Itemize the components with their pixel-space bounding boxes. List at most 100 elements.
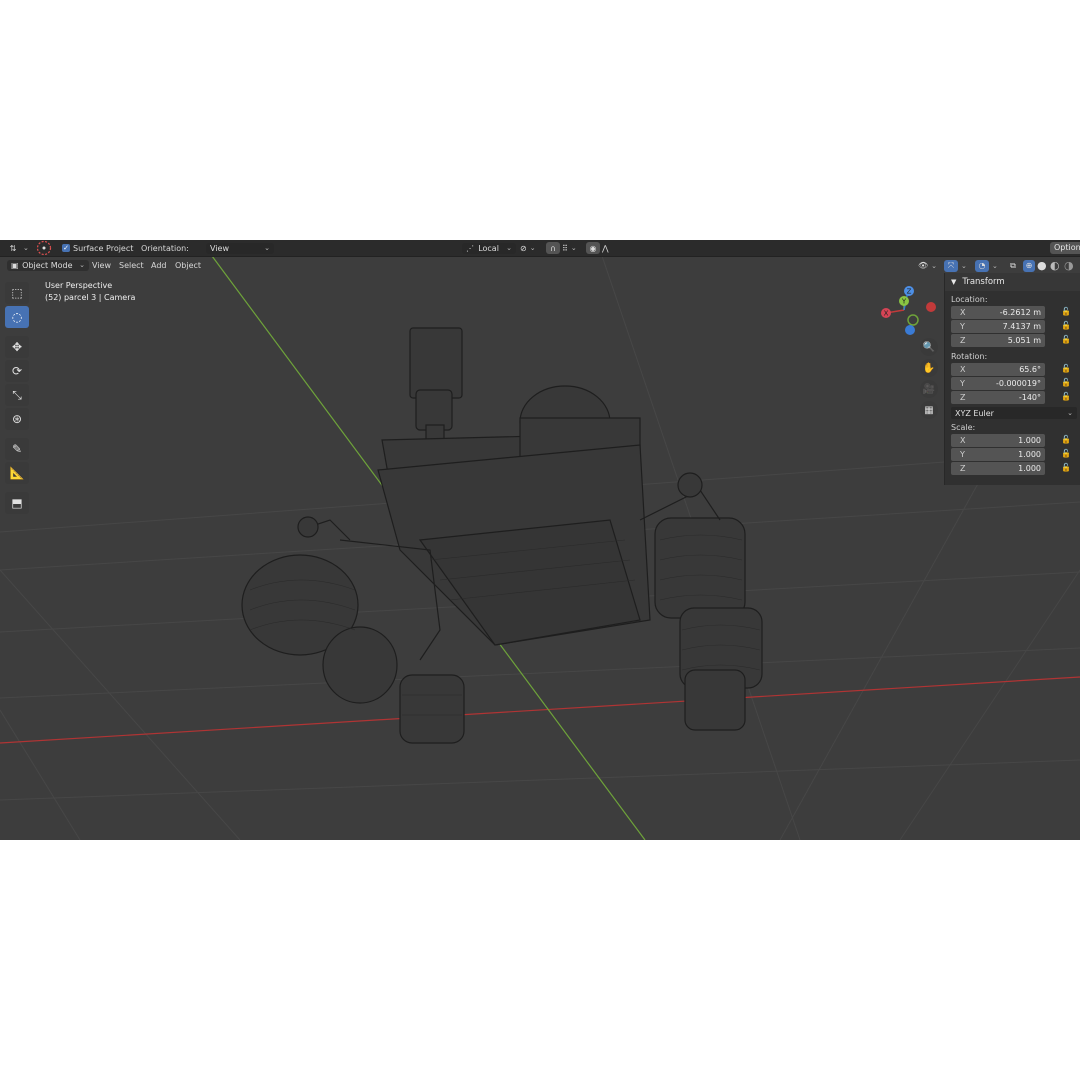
menu-object[interactable]: Object [175,261,201,270]
camera-icon: 🎥 [922,383,936,395]
field-value: 65.6° [1019,365,1041,374]
lock-icon[interactable]: 🔓 [1061,378,1071,388]
menu-select[interactable]: Select [119,261,144,270]
camera-view-button[interactable]: 🎥 [920,380,938,398]
transform-tool[interactable]: ⊛ [5,408,29,430]
scale-label: Scale: [951,423,976,432]
surface-project-toggle[interactable]: ✓ Surface Project [62,241,133,255]
shading-wireframe[interactable]: ⊕ [1023,259,1035,273]
field-value: -6.2612 m [999,308,1041,317]
lock-icon[interactable]: 🔓 [1061,435,1071,445]
shading-material[interactable]: ◐ [1050,259,1060,273]
rotation-z-field[interactable]: Z -140° [951,391,1045,404]
field-value: 1.000 [1018,450,1041,459]
orientation-label: Orientation: [141,243,189,253]
lock-icon[interactable]: 🔓 [1061,307,1071,317]
shading-rendered[interactable]: ◑ [1064,259,1074,273]
lock-icon[interactable]: 🔓 [1061,449,1071,459]
lock-icon[interactable]: 🔓 [1061,392,1071,402]
location-z-field[interactable]: Z 5.051 m [951,334,1045,347]
snap-target-dropdown[interactable]: ⠿ ⌄ [562,241,577,255]
axis-label: Z [960,464,966,473]
xray-toggle[interactable]: ⧉ [1006,259,1020,273]
rotate-tool[interactable]: ⟳ [5,360,29,382]
mode-dropdown[interactable]: ▣ Object Mode ⌄ [7,260,89,271]
gizmo-z-label: Z [907,288,912,296]
gizmo-toggle[interactable]: ⤧ ⌄ [944,259,967,273]
snap-grid-icon: ⠿ [562,243,568,253]
checkbox-checked-icon[interactable]: ✓ [62,244,70,252]
location-label: Location: [951,295,988,304]
add-cube-tool[interactable]: ⬒ [5,492,29,514]
chevron-down-icon: ⌄ [264,243,270,252]
gizmo-x-label: X [884,310,889,318]
zoom-button[interactable]: 🔍 [920,338,938,356]
select-box-tool[interactable]: ⬚ [5,282,29,304]
scale-y-field[interactable]: Y 1.000 [951,448,1045,461]
select-circle-icon: ◌ [11,310,23,324]
menu-view[interactable]: View [92,261,111,270]
move-tool[interactable]: ✥ [5,336,29,358]
rotation-mode-value: XYZ Euler [955,408,994,418]
ortho-toggle-button[interactable]: ▦ [920,401,938,419]
pan-button[interactable]: ✋ [920,359,938,377]
falloff-dropdown[interactable]: ⋀ [602,241,609,255]
axis-label: X [960,308,966,317]
visibility-dropdown[interactable]: 👁 ⌄ [918,259,937,273]
rotation-x-field[interactable]: X 65.6° [951,363,1045,376]
scale-z-field[interactable]: Z 1.000 [951,462,1045,475]
active-tool-icon[interactable] [36,240,52,256]
transform-title: Transform [962,277,1005,287]
lock-icon[interactable]: 🔓 [1061,321,1071,331]
options-button[interactable]: Options [1050,242,1080,254]
cursor-arrow-icon: ⬚ [11,286,23,300]
field-value: 1.000 [1018,436,1041,445]
menu-add[interactable]: Add [151,261,167,270]
tool-settings-bar: ⇅ ⌄ ✓ Surface Project Orientation: View ⌄ … [0,240,1080,257]
axis-label: Y [960,450,965,459]
lock-icon[interactable]: 🔓 [1061,364,1071,374]
proportional-edit-toggle[interactable]: ◉ [586,241,600,255]
orientation-dropdown[interactable]: View ⌄ [206,242,274,254]
measure-tool[interactable]: 📐 [5,462,29,484]
navigation-gizmo[interactable]: X Y Z [876,282,940,338]
rotation-mode-dropdown[interactable]: XYZ Euler ⌄ [951,407,1077,419]
material-shading-icon: ◐ [1050,259,1060,272]
rendered-shading-icon: ◑ [1064,259,1074,272]
proportional-edit-icon: ◉ [586,242,600,254]
move-arrows-icon: ✥ [11,340,23,354]
view-perspective-label: User Perspective [45,281,113,290]
scale-tool[interactable]: ⤡ [5,384,29,406]
pivot-icon: ⋰ [466,243,474,253]
lock-icon[interactable]: 🔓 [1061,463,1071,473]
pivot-dropdown[interactable]: ⋰ Local ⌄ [462,242,516,254]
link-icon: ⊘ [520,243,527,253]
shading-solid[interactable]: ● [1037,259,1047,273]
axis-label: X [960,365,966,374]
lock-icon[interactable]: 🔓 [1061,335,1071,345]
transform-affect-dropdown[interactable]: ⊘ ⌄ [520,241,536,255]
chevron-down-icon: ⌄ [529,244,536,252]
transform-panel-header[interactable]: ▼ Transform [945,273,1080,291]
scale-x-field[interactable]: X 1.000 [951,434,1045,447]
snap-toggle[interactable]: ∩ [546,241,560,255]
gizmo-x-neg[interactable] [926,302,936,312]
blender-window: ⇅ ⌄ ✓ Surface Project Orientation: View ⌄ … [0,240,1080,840]
gizmo-y-neg[interactable] [907,314,919,326]
gizmo-z-neg[interactable] [905,325,915,335]
transform-icon: ⊛ [11,412,23,426]
editor-type-menu[interactable]: ⇅ ⌄ [6,241,29,255]
add-cube-icon: ⬒ [11,496,23,510]
falloff-curve-icon: ⋀ [602,243,609,253]
location-x-field[interactable]: X -6.2612 m [951,306,1045,319]
field-value: 7.4137 m [1002,322,1041,331]
overlays-toggle[interactable]: ◔ ⌄ [975,259,998,273]
location-y-field[interactable]: Y 7.4137 m [951,320,1045,333]
chevron-down-icon: ⌄ [570,244,577,252]
select-circle-tool[interactable]: ◌ [5,306,29,328]
axis-label: Z [960,336,966,345]
viewport-header: ▣ Object Mode ⌄ View Select Add Object 👁 ⌄… [0,257,1080,274]
annotate-tool[interactable]: ✎ [5,438,29,460]
rotation-y-field[interactable]: Y -0.000019° [951,377,1045,390]
chevron-down-icon: ⌄ [79,261,85,269]
